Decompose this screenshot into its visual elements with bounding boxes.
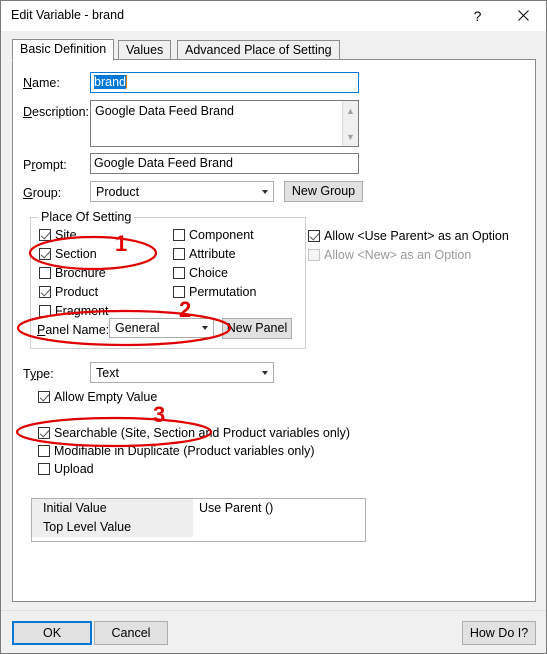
checkbox-section[interactable]: Section [39,248,97,261]
close-x-icon[interactable] [501,1,546,30]
checkbox-label: Choice [189,266,228,280]
checkbox-box [38,445,50,457]
name-input-value: brand [94,75,126,89]
text-caret [125,75,127,88]
chevron-down-icon[interactable] [256,182,273,201]
checkbox-component[interactable]: Component [173,229,254,242]
checkbox-label: Site [55,228,77,242]
table-row[interactable]: Top Level Value [32,518,365,537]
scroll-up-chevron-icon[interactable]: ▲ [343,103,358,118]
type-combobox[interactable]: Text [90,362,274,383]
footer-divider [1,610,546,611]
checkbox-label: Section [55,247,97,261]
checkbox-fragment[interactable]: Fragment [39,305,109,318]
new-panel-button[interactable]: New Panel [222,318,292,339]
checkbox-box [39,286,51,298]
checkbox-label: Modifiable in Duplicate (Product variabl… [54,444,315,458]
value-table: Initial Value Use Parent () Top Level Va… [31,498,366,542]
checkbox-searchable[interactable]: Searchable (Site, Section and Product va… [38,427,350,440]
tab-advanced-place-of-setting[interactable]: Advanced Place of Setting [177,40,340,61]
name-label: Name: [23,76,60,90]
name-input[interactable]: brand [90,72,359,93]
prompt-input-value: Google Data Feed Brand [94,156,233,170]
checkbox-label: Allow <Use Parent> as an Option [324,229,509,243]
window-title: Edit Variable - brand [11,8,125,22]
help-question-icon[interactable]: ? [455,1,500,30]
checkbox-box [39,229,51,241]
edit-variable-dialog: Edit Variable - brand ? Basic Definition… [0,0,547,654]
tab-strip: Basic Definition Values Advanced Place o… [12,39,536,61]
cancel-button[interactable]: Cancel [94,621,168,645]
table-cell-label: Top Level Value [32,518,193,537]
checkbox-box [39,267,51,279]
panel-name-combobox-value: General [115,321,160,335]
panel-name-combobox[interactable]: General [109,318,214,338]
group-combobox[interactable]: Product [90,181,274,202]
checkbox-box [39,248,51,260]
checkbox-label: Permutation [189,285,257,299]
scroll-down-chevron-icon[interactable]: ▼ [343,129,358,144]
checkbox-box [39,305,51,317]
how-do-i-button[interactable]: How Do I? [462,621,536,645]
checkbox-label: Brochure [55,266,106,280]
checkbox-box [173,229,185,241]
checkbox-box [38,391,50,403]
tab-basic-definition[interactable]: Basic Definition [12,39,115,61]
checkbox-label: Fragment [55,304,109,318]
checkbox-label: Searchable (Site, Section and Product va… [54,426,350,440]
checkbox-permutation[interactable]: Permutation [173,286,256,299]
checkbox-product[interactable]: Product [39,286,98,299]
checkbox-allow-use-parent[interactable]: Allow <Use Parent> as an Option [308,230,509,243]
checkbox-label: Upload [54,462,94,476]
prompt-input[interactable]: Google Data Feed Brand [90,153,359,174]
table-cell-label: Initial Value [32,499,193,518]
description-value: Google Data Feed Brand [95,104,234,118]
group-label: Group: [23,186,62,200]
chevron-down-icon[interactable] [256,363,273,382]
checkbox-box [308,249,320,261]
checkbox-box [38,427,50,439]
checkbox-label: Allow <New> as an Option [324,248,472,262]
checkbox-label: Product [55,285,99,299]
description-label: Description: [23,105,90,119]
checkbox-box [173,248,185,260]
checkbox-box [173,286,185,298]
table-cell-value[interactable] [193,518,365,537]
ok-button[interactable]: OK [12,621,92,645]
panel-name-label: Panel Name: [37,323,110,337]
type-combobox-value: Text [96,365,119,380]
tab-values[interactable]: Values [118,40,172,61]
table-row[interactable]: Initial Value Use Parent () [32,499,365,518]
checkbox-site[interactable]: Site [39,229,77,242]
checkbox-brochure[interactable]: Brochure [39,267,106,280]
checkbox-box [308,230,320,242]
description-scrollbar[interactable]: ▲ ▼ [342,101,358,146]
checkbox-box [173,267,185,279]
checkbox-attribute[interactable]: Attribute [173,248,236,261]
checkbox-modifiable-in-duplicate[interactable]: Modifiable in Duplicate (Product variabl… [38,445,315,458]
new-group-button[interactable]: New Group [284,181,363,202]
checkbox-label: Component [189,228,254,242]
chevron-down-icon[interactable] [196,319,213,337]
checkbox-label: Attribute [189,247,236,261]
checkbox-allow-empty-value[interactable]: Allow Empty Value [38,391,157,404]
checkbox-box [38,463,50,475]
type-label: Type: [23,367,54,381]
title-bar: Edit Variable - brand ? [1,1,546,31]
group-combobox-value: Product [96,184,140,199]
checkbox-label: Allow Empty Value [54,390,158,404]
place-of-setting-title: Place Of Setting [38,210,135,224]
checkbox-choice[interactable]: Choice [173,267,228,280]
table-cell-value[interactable]: Use Parent () [193,499,365,518]
prompt-label: Prompt: [23,158,67,172]
checkbox-allow-new: Allow <New> as an Option [308,249,471,262]
description-textarea[interactable]: Google Data Feed Brand ▲ ▼ [90,100,359,147]
checkbox-upload[interactable]: Upload [38,463,94,476]
